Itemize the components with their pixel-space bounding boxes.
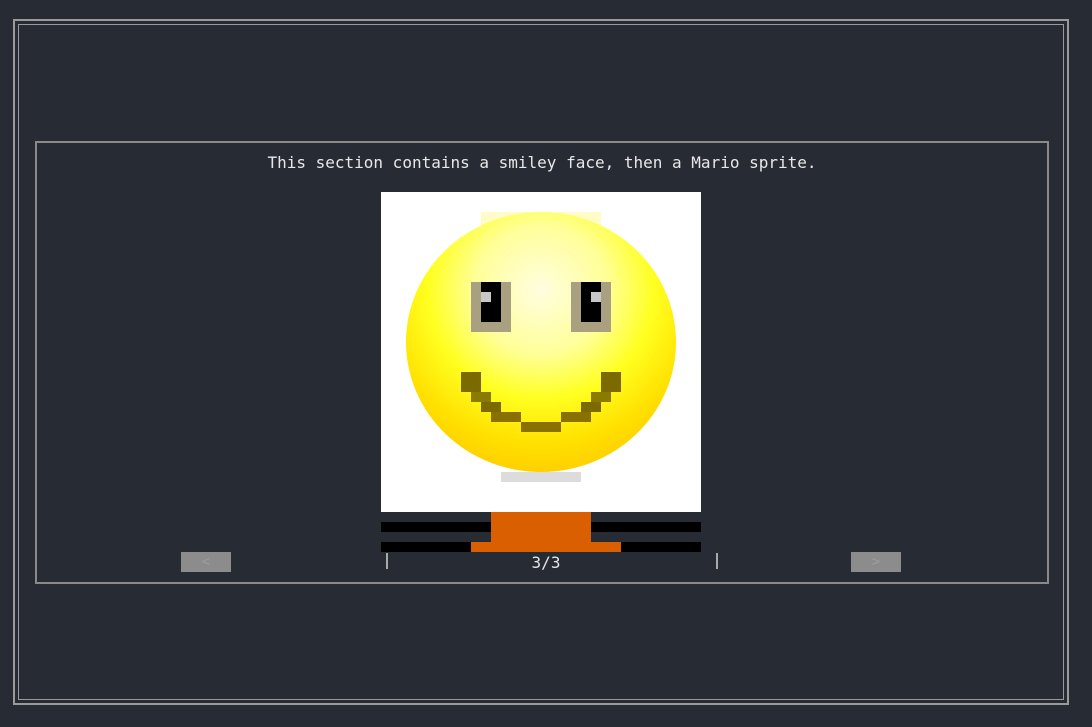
content-panel: This section contains a smiley face, the…	[35, 141, 1049, 584]
mario-sprite-image	[381, 512, 701, 552]
next-button[interactable]: >	[851, 552, 901, 572]
mario-sprite-block	[471, 542, 621, 552]
prev-button[interactable]: <	[181, 552, 231, 572]
image-viewport	[381, 192, 701, 552]
smiley-face-image	[381, 192, 701, 512]
smiley-face-icon	[406, 212, 676, 482]
mario-sprite-block	[491, 512, 591, 542]
section-caption: This section contains a smiley face, the…	[267, 153, 817, 172]
page-counter: 3/3	[531, 553, 561, 572]
pager-separator	[716, 553, 718, 569]
